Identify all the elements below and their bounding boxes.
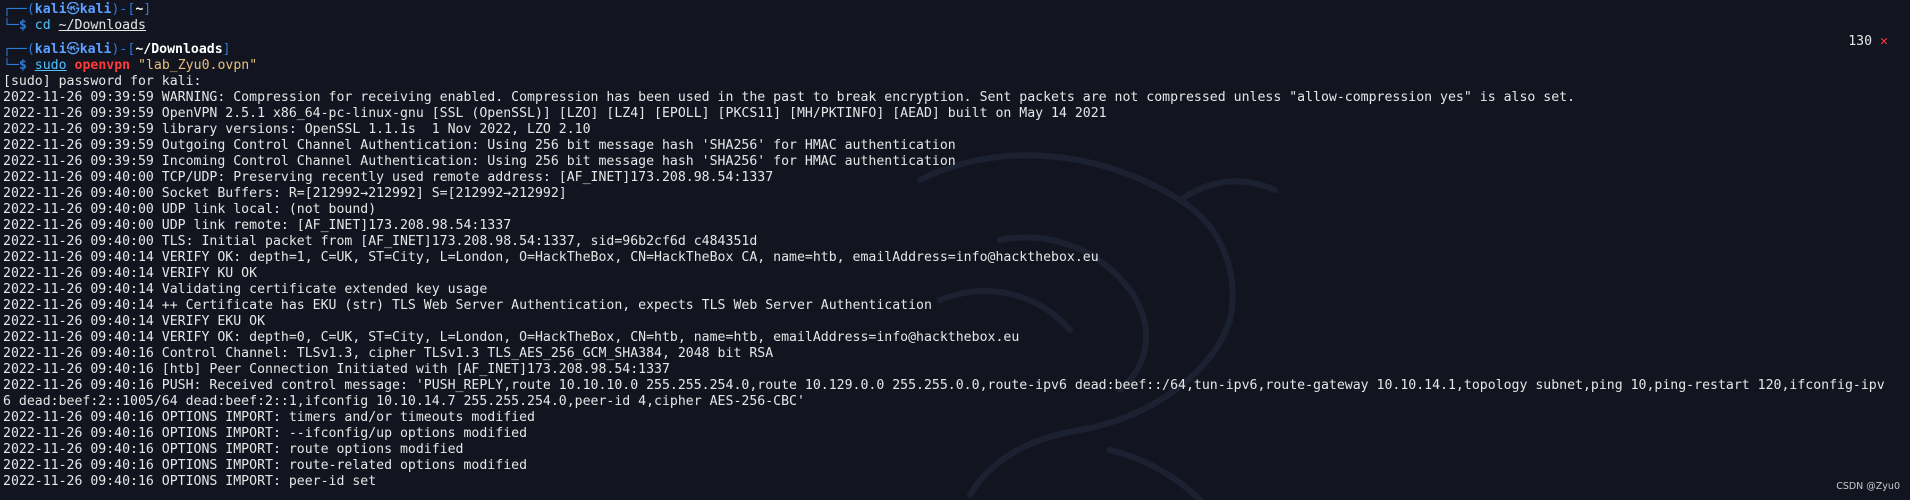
- prompt-frame: └─: [3, 58, 19, 73]
- prompt-host: kali: [79, 2, 112, 17]
- output-line: 2022-11-26 09:40:14 VERIFY EKU OK: [3, 314, 266, 329]
- skull-icon: ㉿: [66, 42, 80, 57]
- output-line: 2022-11-26 09:39:59 WARNING: Compression…: [3, 90, 1576, 105]
- output-line: 2022-11-26 09:40:14 VERIFY OK: depth=1, …: [3, 250, 1099, 265]
- output-line: 2022-11-26 09:40:16 OPTIONS IMPORT: peer…: [3, 474, 377, 489]
- prompt-header-1: ┌──(kali㉿kali)-[~]: [3, 2, 1904, 18]
- prompt-header-2: ┌──(kali㉿kali)-[~/Downloads]: [3, 42, 1904, 58]
- prompt-frame: ]: [222, 42, 231, 57]
- prompt-user: kali: [34, 2, 67, 17]
- prompt-host: kali: [79, 42, 112, 57]
- prompt-frame: )-[: [111, 2, 136, 17]
- output-line: 2022-11-26 09:40:16 OPTIONS IMPORT: time…: [3, 410, 535, 425]
- output-line: 2022-11-26 09:40:00 TCP/UDP: Preserving …: [3, 170, 774, 185]
- prompt-command-2: └─$ sudo openvpn "lab_Zyu0.ovpn": [3, 58, 1904, 74]
- prompt-dollar: $: [18, 58, 27, 73]
- watermark: CSDN @Zyu0: [1836, 481, 1900, 492]
- prompt-frame: ]: [143, 2, 152, 17]
- output-line: 2022-11-26 09:40:14 VERIFY KU OK: [3, 266, 258, 281]
- output-line: 2022-11-26 09:39:59 OpenVPN 2.5.1 x86_64…: [3, 106, 1107, 121]
- output-line: 2022-11-26 09:40:16 OPTIONS IMPORT: rout…: [3, 458, 528, 473]
- sudo-command: sudo: [34, 58, 67, 73]
- output-line: 2022-11-26 09:40:00 UDP link remote: [AF…: [3, 218, 512, 233]
- output-line: 2022-11-26 09:40:16 OPTIONS IMPORT: --if…: [3, 426, 528, 441]
- output-line: [sudo] password for kali:: [3, 74, 202, 89]
- output-line: 2022-11-26 09:39:59 Outgoing Control Cha…: [3, 138, 956, 153]
- prompt-command-1: └─$ cd ~/Downloads: [3, 18, 1904, 34]
- skull-icon: ㉿: [66, 2, 80, 17]
- output-line: 2022-11-26 09:39:59 library versions: Op…: [3, 122, 591, 137]
- output-line: 2022-11-26 09:40:14 VERIFY OK: depth=0, …: [3, 330, 1020, 345]
- prompt-user: kali: [34, 42, 67, 57]
- output-line: 2022-11-26 09:40:16 Control Channel: TLS…: [3, 346, 774, 361]
- output-line: 2022-11-26 09:40:16 PUSH: Received contr…: [3, 378, 1885, 393]
- terminal-window[interactable]: 130 ✕ ┌──(kali㉿kali)-[~] └─$ cd ~/Downloa…: [0, 0, 1910, 500]
- output-line: 2022-11-26 09:40:14 Validating certifica…: [3, 282, 488, 297]
- command-name: cd: [34, 18, 51, 33]
- prompt-frame: ┌──(: [3, 2, 35, 17]
- output-line: 2022-11-26 09:40:00 Socket Buffers: R=[2…: [3, 186, 567, 201]
- output-line: 2022-11-26 09:40:00 TLS: Initial packet …: [3, 234, 758, 249]
- prompt-dollar: $: [18, 18, 27, 33]
- command-argument[interactable]: ~/Downloads: [59, 18, 146, 33]
- prompt-frame: )-[: [111, 42, 136, 57]
- prompt-frame: └─: [3, 18, 19, 33]
- prompt-frame: ┌──(: [3, 42, 35, 57]
- output-line: 2022-11-26 09:40:14 ++ Certificate has E…: [3, 298, 932, 313]
- output-line: 6 dead:beef:2::1005/64 dead:beef:2::1,if…: [3, 394, 805, 409]
- command-name: openvpn: [74, 58, 131, 73]
- terminal-output: ┌──(kali㉿kali)-[~] └─$ cd ~/Downloads ┌─…: [3, 2, 1904, 490]
- prompt-path: ~/Downloads: [135, 42, 223, 57]
- command-argument: "lab_Zyu0.ovpn": [138, 58, 258, 73]
- output-line: 2022-11-26 09:40:16 [htb] Peer Connectio…: [3, 362, 670, 377]
- output-line: 2022-11-26 09:40:16 OPTIONS IMPORT: rout…: [3, 442, 464, 457]
- output-line: 2022-11-26 09:39:59 Incoming Control Cha…: [3, 154, 956, 169]
- output-line: 2022-11-26 09:40:00 UDP link local: (not…: [3, 202, 377, 217]
